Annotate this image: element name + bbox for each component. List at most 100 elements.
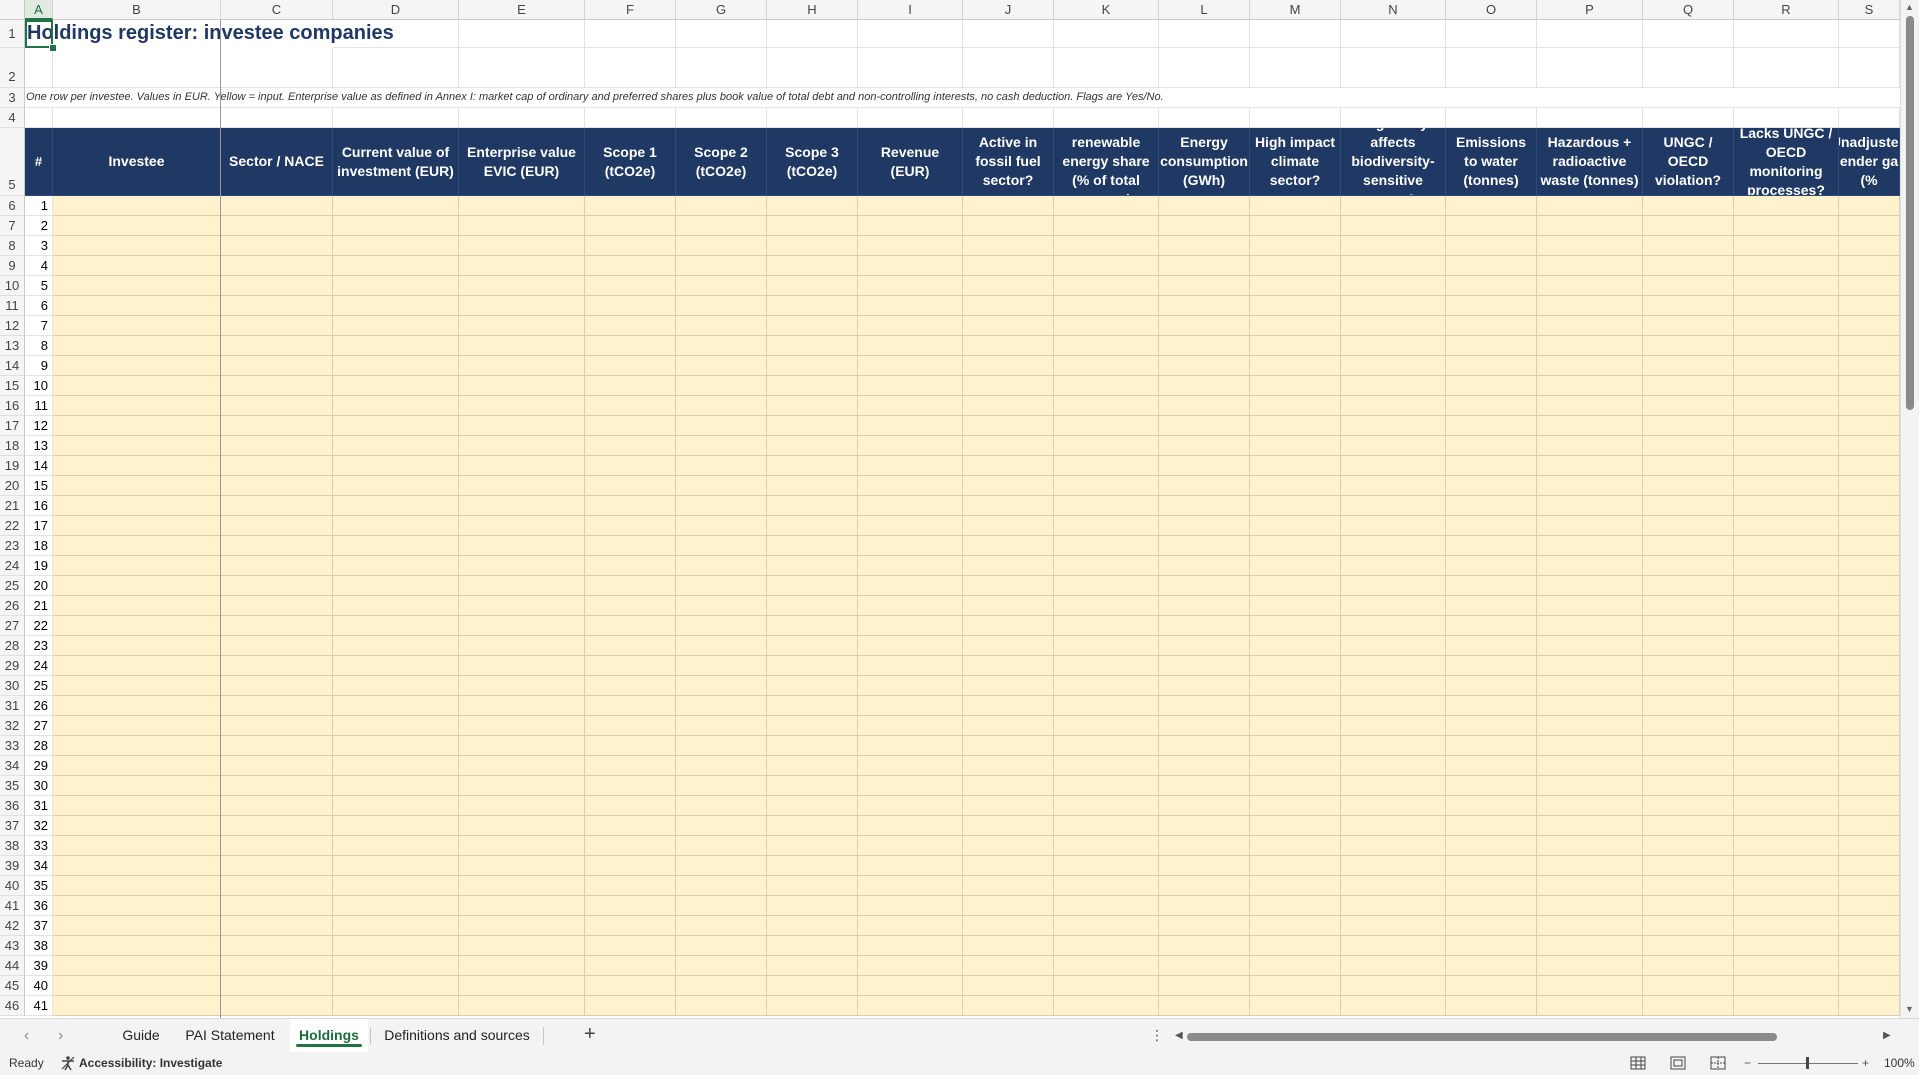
row-header-13[interactable]: 13 [0, 336, 25, 356]
input-cell[interactable] [459, 556, 585, 576]
input-cell[interactable] [1054, 836, 1159, 856]
input-cell[interactable] [676, 816, 767, 836]
input-cell[interactable] [1054, 796, 1159, 816]
input-cell[interactable] [333, 416, 459, 436]
input-cell[interactable] [1250, 656, 1341, 676]
input-cell[interactable] [1839, 816, 1900, 836]
input-cell[interactable] [1537, 696, 1643, 716]
input-cell[interactable] [1734, 536, 1839, 556]
scroll-up-icon[interactable]: ▲ [1905, 2, 1914, 12]
input-cell[interactable] [585, 816, 676, 836]
input-cell[interactable] [221, 656, 333, 676]
input-cell[interactable] [1159, 556, 1250, 576]
input-cell[interactable] [1159, 916, 1250, 936]
input-cell[interactable] [221, 816, 333, 836]
input-cell[interactable] [1250, 936, 1341, 956]
input-cell[interactable] [1159, 876, 1250, 896]
input-cell[interactable] [1537, 636, 1643, 656]
input-cell[interactable] [963, 736, 1054, 756]
input-cell[interactable] [221, 396, 333, 416]
input-cell[interactable] [333, 896, 459, 916]
input-cell[interactable] [767, 416, 858, 436]
input-cell[interactable] [1839, 276, 1900, 296]
input-cell[interactable] [1643, 776, 1734, 796]
input-cell[interactable] [333, 236, 459, 256]
input-cell[interactable] [1839, 376, 1900, 396]
input-cell[interactable] [767, 356, 858, 376]
input-cell[interactable] [767, 996, 858, 1016]
input-cell[interactable] [858, 836, 963, 856]
input-cell[interactable] [676, 336, 767, 356]
input-cell[interactable] [1446, 616, 1537, 636]
input-cell[interactable] [1250, 296, 1341, 316]
input-cell[interactable] [53, 556, 221, 576]
input-cell[interactable] [1643, 816, 1734, 836]
input-cell[interactable] [1839, 796, 1900, 816]
input-cell[interactable] [676, 696, 767, 716]
input-cell[interactable] [1250, 636, 1341, 656]
cell[interactable] [1734, 48, 1839, 88]
input-cell[interactable] [1446, 656, 1537, 676]
input-cell[interactable] [1446, 236, 1537, 256]
input-cell[interactable] [1839, 576, 1900, 596]
input-cell[interactable] [1839, 476, 1900, 496]
input-cell[interactable] [963, 696, 1054, 716]
input-cell[interactable] [767, 956, 858, 976]
input-cell[interactable] [1341, 376, 1446, 396]
input-cell[interactable] [858, 516, 963, 536]
row-header-10[interactable]: 10 [0, 276, 25, 296]
input-cell[interactable] [676, 236, 767, 256]
cell[interactable] [858, 108, 963, 128]
input-cell[interactable] [676, 396, 767, 416]
input-cell[interactable] [585, 936, 676, 956]
input-cell[interactable] [963, 716, 1054, 736]
input-cell[interactable] [1839, 976, 1900, 996]
input-cell[interactable] [221, 436, 333, 456]
input-cell[interactable] [459, 856, 585, 876]
input-cell[interactable] [585, 496, 676, 516]
input-cell[interactable] [676, 416, 767, 436]
input-cell[interactable] [1446, 976, 1537, 996]
cell[interactable] [1446, 48, 1537, 88]
input-cell[interactable] [585, 236, 676, 256]
tab-guide[interactable]: Guide [112, 1019, 170, 1052]
row-header-38[interactable]: 38 [0, 836, 25, 856]
input-cell[interactable] [1643, 336, 1734, 356]
input-cell[interactable] [1250, 276, 1341, 296]
input-cell[interactable] [1341, 976, 1446, 996]
input-cell[interactable] [1839, 416, 1900, 436]
input-cell[interactable] [963, 256, 1054, 276]
input-cell[interactable] [767, 876, 858, 896]
input-cell[interactable] [767, 316, 858, 336]
input-cell[interactable] [1643, 296, 1734, 316]
cell[interactable] [585, 108, 676, 128]
input-cell[interactable] [1839, 496, 1900, 516]
input-cell[interactable] [1446, 416, 1537, 436]
input-cell[interactable] [1446, 896, 1537, 916]
input-cell[interactable] [333, 596, 459, 616]
column-header-d[interactable]: D [333, 0, 459, 20]
input-cell[interactable] [459, 576, 585, 596]
input-cell[interactable] [767, 676, 858, 696]
input-cell[interactable] [1734, 436, 1839, 456]
input-cell[interactable] [1537, 816, 1643, 836]
input-cell[interactable] [1537, 936, 1643, 956]
input-cell[interactable] [1446, 556, 1537, 576]
column-header-i[interactable]: I [858, 0, 963, 20]
input-cell[interactable] [1054, 816, 1159, 836]
row-header-43[interactable]: 43 [0, 936, 25, 956]
input-cell[interactable] [1643, 956, 1734, 976]
cell[interactable] [963, 108, 1054, 128]
input-cell[interactable] [333, 996, 459, 1016]
input-cell[interactable] [858, 276, 963, 296]
input-cell[interactable] [1250, 916, 1341, 936]
input-cell[interactable] [1839, 616, 1900, 636]
row-header-6[interactable]: 6 [0, 196, 25, 216]
cell[interactable] [1341, 48, 1446, 88]
row-header-46[interactable]: 46 [0, 996, 25, 1016]
input-cell[interactable] [767, 736, 858, 756]
input-cell[interactable] [221, 916, 333, 936]
row-header-42[interactable]: 42 [0, 916, 25, 936]
input-cell[interactable] [1446, 796, 1537, 816]
input-cell[interactable] [1643, 836, 1734, 856]
